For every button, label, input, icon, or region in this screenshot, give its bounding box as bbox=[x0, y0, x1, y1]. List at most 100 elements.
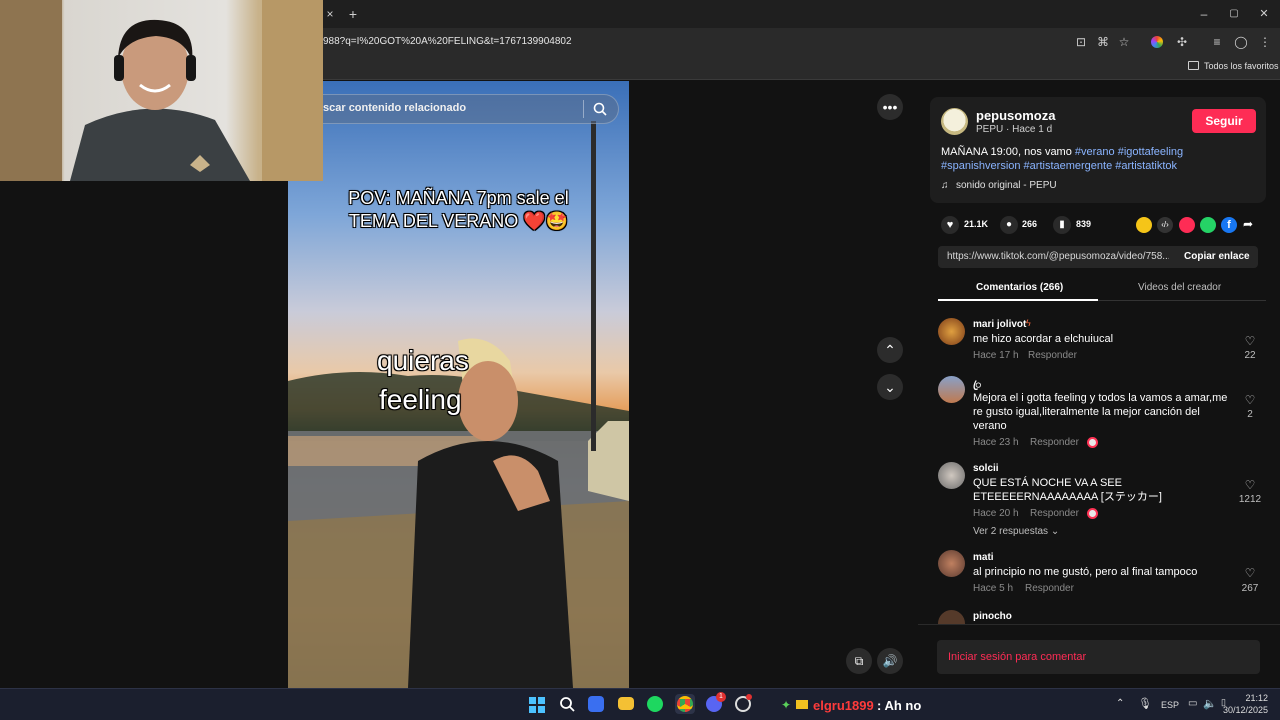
comment-time: Hace 20 h bbox=[973, 508, 1019, 519]
microphone-icon[interactable]: 🎙 bbox=[1138, 697, 1152, 710]
lyric-text-1: quieras bbox=[377, 345, 469, 376]
close-window-button[interactable]: ✕ bbox=[1257, 7, 1271, 21]
active-tab-indicator bbox=[938, 299, 1098, 301]
comment-avatar[interactable] bbox=[938, 318, 965, 345]
follow-button[interactable]: Seguir bbox=[1192, 109, 1256, 133]
search-placeholder: scar contenido relacionado bbox=[323, 102, 467, 114]
url-text[interactable]: 988?q=I%20GOT%20A%20FELING&t=17671399048… bbox=[323, 36, 572, 47]
menu-kebab-icon[interactable]: ⋮ bbox=[1258, 35, 1272, 49]
creator-liked-avatar-icon bbox=[1087, 508, 1098, 519]
comment-like-count: 1212 bbox=[1238, 494, 1262, 505]
comment-like-icon[interactable]: ♡ bbox=[1235, 334, 1265, 348]
network-icon[interactable]: ▭ bbox=[1188, 698, 1197, 709]
taskbar-search-icon[interactable] bbox=[559, 696, 575, 717]
previous-video-button[interactable]: ⌃ bbox=[877, 337, 903, 363]
whatsapp-icon[interactable] bbox=[1200, 217, 1216, 233]
hashtags-line2[interactable]: #spanishversion #artistaemergente #artis… bbox=[941, 160, 1177, 172]
creator-avatar[interactable] bbox=[941, 108, 968, 135]
microsoft-store-icon[interactable] bbox=[588, 696, 604, 712]
minimize-window-button[interactable]: – bbox=[1197, 7, 1211, 21]
comment-time: Hace 23 h bbox=[973, 437, 1019, 448]
chat-crown-icon bbox=[796, 700, 808, 709]
install-app-icon[interactable]: ⊡ bbox=[1074, 35, 1088, 49]
chrome-icon[interactable] bbox=[677, 696, 693, 712]
reply-button[interactable]: Responder bbox=[1025, 583, 1074, 594]
creator-liked-avatar-icon bbox=[1087, 437, 1098, 448]
comment-text: Mejora el i gotta feeling y todos la vam… bbox=[973, 392, 1228, 432]
clock-date[interactable]: 30/12/2025 bbox=[1218, 705, 1268, 715]
view-replies-label: Ver 2 respuestas bbox=[973, 526, 1049, 537]
tab-creator-videos[interactable]: Videos del creador bbox=[1138, 282, 1221, 293]
comment-like-icon[interactable]: ♡ bbox=[1235, 566, 1265, 580]
search-icon[interactable] bbox=[593, 102, 607, 121]
recording-indicator bbox=[746, 694, 752, 700]
send-to-friend-icon[interactable] bbox=[1179, 217, 1195, 233]
translate-icon[interactable]: ⌘ bbox=[1096, 35, 1110, 49]
profile-icon[interactable]: ◯ bbox=[1234, 35, 1248, 49]
embed-code-icon[interactable]: ‹/› bbox=[1157, 217, 1173, 233]
extensions-puzzle-icon[interactable]: ✣ bbox=[1175, 35, 1189, 49]
comment-count: 266 bbox=[1022, 219, 1038, 229]
comment-like-icon[interactable]: ♡ bbox=[1235, 478, 1265, 492]
video-link[interactable]: https://www.tiktok.com/@pepusomoza/video… bbox=[947, 251, 1169, 262]
lyric-text-2: feeling bbox=[379, 384, 462, 415]
streak-badge-icon: ϟ bbox=[1026, 318, 1031, 328]
language-indicator[interactable]: ESP bbox=[1161, 700, 1179, 710]
share-arrow-icon[interactable]: ➦ bbox=[1243, 217, 1253, 231]
more-options-button[interactable]: ••• bbox=[877, 94, 903, 120]
volume-button[interactable]: 🔊 bbox=[877, 648, 903, 674]
clock-time[interactable]: 21:12 bbox=[1236, 693, 1268, 703]
maximize-window-button[interactable]: ▢ bbox=[1227, 7, 1241, 21]
comment-time: Hace 5 h bbox=[973, 583, 1014, 594]
close-tab-icon[interactable]: × bbox=[323, 7, 337, 21]
comment-text: me hizo acordar a elchuiucal bbox=[973, 333, 1114, 345]
copy-link-button[interactable]: Copiar enlace bbox=[1184, 251, 1250, 262]
speaker-icon[interactable]: 🔈 bbox=[1203, 697, 1217, 710]
comment-avatar[interactable] bbox=[938, 550, 965, 577]
view-replies-button[interactable]: Ver 2 respuestas ⌄ bbox=[973, 526, 1059, 537]
streamer-webcam-image bbox=[0, 0, 323, 181]
floating-player-button[interactable]: ⧉ bbox=[846, 648, 872, 674]
all-bookmarks-link[interactable]: Todos los favoritos bbox=[1204, 61, 1279, 71]
comment-like-icon[interactable]: ♡ bbox=[1235, 393, 1265, 407]
like-heart-icon[interactable]: ♥ bbox=[941, 216, 959, 234]
sound-name[interactable]: sonido original - PEPU bbox=[956, 180, 1057, 191]
bookmark-star-icon[interactable]: ☆ bbox=[1117, 35, 1131, 49]
save-count: 839 bbox=[1076, 219, 1092, 229]
reply-button[interactable]: Responder bbox=[1028, 350, 1077, 361]
tab-comments[interactable]: Comentarios (266) bbox=[976, 282, 1063, 293]
search-divider bbox=[583, 100, 584, 118]
comment-avatar[interactable] bbox=[938, 376, 965, 403]
post-description: MAÑANA 19:00, nos vamo #verano #igottafe… bbox=[941, 146, 1183, 158]
next-video-button[interactable]: ⌄ bbox=[877, 374, 903, 400]
hashtags-line1[interactable]: #verano #igottafeeling bbox=[1075, 146, 1183, 158]
tab-divider bbox=[1098, 300, 1266, 301]
chat-message: : Ah no bbox=[877, 698, 922, 713]
login-to-comment-link[interactable]: Iniciar sesión para comentar bbox=[948, 651, 1086, 663]
music-note-icon: ♫ bbox=[941, 180, 949, 191]
comment-author[interactable]: pinocho bbox=[973, 611, 1012, 622]
windows-start-icon[interactable] bbox=[529, 697, 545, 713]
comment-author[interactable]: mati bbox=[973, 552, 994, 563]
comment-avatar[interactable] bbox=[938, 462, 965, 489]
new-tab-button[interactable]: + bbox=[346, 7, 360, 21]
tray-expand-icon[interactable]: ⌃ bbox=[1116, 698, 1124, 709]
comment-author[interactable]: solcii bbox=[973, 463, 999, 474]
creator-username[interactable]: pepusomoza bbox=[976, 108, 1055, 123]
extension-color-icon[interactable] bbox=[1151, 36, 1163, 48]
creator-subtitle: PEPU · Hace 1 d bbox=[976, 124, 1053, 135]
reply-button[interactable]: Responder bbox=[1030, 508, 1079, 519]
webcam-overlay bbox=[0, 0, 323, 181]
file-explorer-icon[interactable] bbox=[618, 697, 634, 710]
comment-text: QUE ESTÁ NOCHE VA A SEE ETEEEEERNAAAAAAA… bbox=[973, 477, 1162, 503]
comment-author[interactable]: mari jolivot bbox=[973, 319, 1026, 330]
reply-button[interactable]: Responder bbox=[1030, 437, 1079, 448]
media-control-icon[interactable]: ≡ bbox=[1210, 35, 1224, 49]
chat-sparkle-icon: ✦ bbox=[781, 698, 792, 712]
spotify-icon[interactable] bbox=[647, 696, 663, 712]
comment-bubble-icon[interactable]: ● bbox=[1000, 216, 1018, 234]
facebook-icon[interactable]: f bbox=[1221, 217, 1237, 233]
bookmark-icon[interactable]: ▮ bbox=[1053, 216, 1071, 234]
coin-icon[interactable] bbox=[1136, 217, 1152, 233]
comment-time: Hace 17 h bbox=[973, 350, 1019, 361]
